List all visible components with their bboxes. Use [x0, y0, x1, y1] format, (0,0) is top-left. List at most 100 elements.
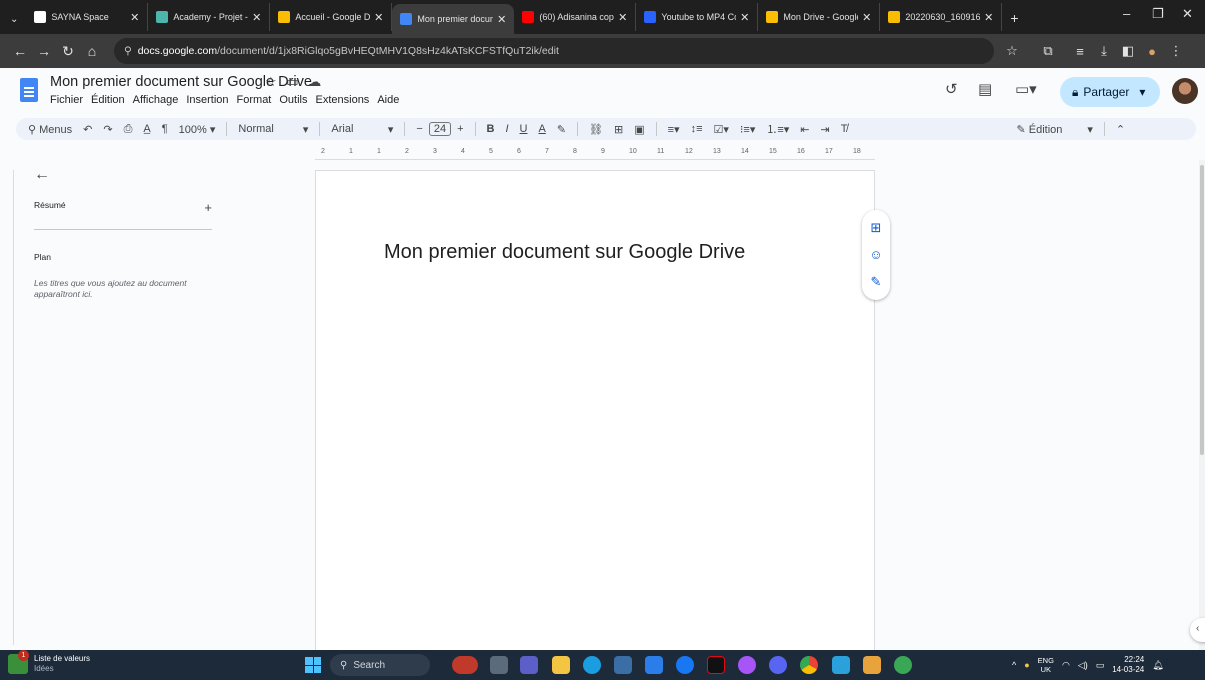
editing-mode-select[interactable]: ✎ Édition	[1016, 123, 1062, 136]
document-page[interactable]: Mon premier document sur Google Drive	[315, 170, 875, 655]
teams-icon[interactable]	[520, 656, 538, 674]
show-hidden-icons-icon[interactable]: ^	[1012, 660, 1016, 670]
file-explorer-icon[interactable]	[552, 656, 570, 674]
facebook-icon[interactable]	[676, 656, 694, 674]
new-tab-button[interactable]: +	[1010, 10, 1018, 26]
telegram-icon[interactable]	[832, 656, 850, 674]
task-view-icon[interactable]	[490, 656, 508, 674]
taskbar-search[interactable]: ⚲ Search	[330, 654, 430, 676]
browser-tab[interactable]: (60) Adisanina copa ✕	[514, 3, 637, 31]
menu-item[interactable]: Fichier	[50, 94, 83, 106]
checklist-icon[interactable]: ☑▾	[714, 123, 729, 136]
docs-logo-icon[interactable]	[20, 78, 38, 102]
close-tab-icon[interactable]: ✕	[252, 11, 261, 24]
site-info-icon[interactable]: ⚲	[124, 45, 132, 57]
menu-item[interactable]: Édition	[91, 94, 125, 106]
reload-icon[interactable]: ↻	[56, 43, 80, 60]
notifications-icon[interactable]: 🔔︎	[1152, 660, 1163, 671]
avatar[interactable]	[1172, 78, 1198, 104]
messages-icon[interactable]	[645, 656, 663, 674]
close-tab-icon[interactable]: ✕	[618, 11, 627, 24]
horizontal-ruler[interactable]: 2 1 1 2 3 4 5 6 7 8 9 10 11 12 13 14 15 16 17 18	[315, 146, 875, 160]
add-comment-icon[interactable]: ⊞	[871, 220, 882, 236]
increase-font-size-icon[interactable]: +	[457, 123, 463, 135]
zoom-select[interactable]: 100% ▾	[179, 123, 216, 136]
hide-menus-icon[interactable]: ⌃	[1116, 123, 1125, 136]
decrease-indent-icon[interactable]: ⇤	[800, 123, 809, 136]
align-icon[interactable]: ≡▾	[668, 123, 680, 136]
comment-add-icon[interactable]: ⊞	[614, 123, 623, 136]
browser-tab[interactable]: SAYNA Space ✕	[26, 3, 149, 31]
add-summary-icon[interactable]: +	[204, 200, 212, 215]
close-tab-icon[interactable]: ✕	[740, 11, 749, 24]
menu-item[interactable]: Aide	[377, 94, 399, 106]
font-select[interactable]: Arial ▾	[331, 123, 393, 136]
print-icon[interactable]: ⎙	[124, 123, 133, 136]
tab-search-icon[interactable]: ⌄	[10, 14, 18, 25]
windows-start-icon[interactable]	[305, 657, 321, 673]
extensions-icon[interactable]: ⧉	[1036, 43, 1060, 59]
browser-tab[interactable]: Mon Drive - Google ✕	[758, 3, 881, 31]
style-select[interactable]: Normal ▾	[238, 123, 308, 136]
download-icon[interactable]: ⤓	[1092, 43, 1116, 59]
netflix-icon[interactable]	[707, 656, 725, 674]
mode-dropdown-icon[interactable]: ▾	[1087, 123, 1093, 136]
numbered-list-icon[interactable]: ⒈≡▾	[766, 121, 789, 137]
increase-indent-icon[interactable]: ⇥	[821, 123, 830, 136]
close-window-icon[interactable]: ✕	[1182, 6, 1193, 22]
spellcheck-icon[interactable]: A̲	[143, 123, 150, 135]
media-icon[interactable]: ≡	[1068, 44, 1092, 59]
document-body-heading[interactable]: Mon premier document sur Google Drive	[384, 241, 745, 264]
menu-item[interactable]: Insertion	[186, 94, 228, 106]
clear-formatting-icon[interactable]: T̸	[841, 123, 848, 135]
minimize-icon[interactable]: –	[1123, 6, 1130, 21]
side-panel-toggle-icon[interactable]: ‹	[1190, 618, 1205, 642]
link-icon[interactable]: ⛓	[589, 123, 603, 136]
paint-icon[interactable]	[863, 656, 881, 674]
menu-item[interactable]: Outils	[279, 94, 307, 106]
bold-icon[interactable]: B	[487, 123, 495, 135]
menu-item[interactable]: Extensions	[316, 94, 370, 106]
menu-item[interactable]: Format	[237, 94, 272, 106]
underline-icon[interactable]: U	[520, 123, 528, 135]
tray-app-icon[interactable]: ●	[1024, 660, 1029, 670]
close-tab-icon[interactable]: ✕	[984, 11, 993, 24]
close-outline-icon[interactable]: ←	[34, 166, 222, 184]
redo-icon[interactable]: ↷	[103, 123, 112, 136]
forward-icon[interactable]: →	[32, 43, 56, 59]
meet-icon[interactable]: ▭▾	[1015, 80, 1037, 98]
move-folder-icon[interactable]: ▭	[286, 74, 298, 89]
wifi-icon[interactable]: ◠	[1062, 660, 1070, 671]
search-menus-button[interactable]: ⚲ Menus	[28, 123, 72, 136]
home-icon[interactable]: ⌂	[80, 43, 104, 59]
pinned-app-icon[interactable]	[452, 656, 478, 674]
close-tab-icon[interactable]: ✕	[130, 11, 139, 24]
close-tab-icon[interactable]: ✕	[374, 11, 383, 24]
close-tab-icon[interactable]: ✕	[497, 13, 506, 26]
browser-menu-icon[interactable]: ⋮	[1164, 43, 1188, 59]
menu-item[interactable]: Affichage	[133, 94, 179, 106]
side-panel-icon[interactable]: ◧	[1116, 43, 1140, 59]
chrome-icon[interactable]	[800, 656, 818, 674]
italic-icon[interactable]: I	[505, 123, 508, 135]
comments-icon[interactable]: ▤	[978, 80, 992, 98]
edge-icon[interactable]	[583, 656, 601, 674]
browser-tab[interactable]: Mon premier docum ✕	[392, 4, 515, 34]
undo-icon[interactable]: ↶	[83, 123, 92, 136]
browser-tab[interactable]: Academy - Projet - [✕	[148, 3, 271, 31]
battery-icon[interactable]: ▭	[1096, 660, 1105, 671]
language-indicator[interactable]: ENG UK	[1038, 656, 1054, 674]
version-history-icon[interactable]: ↺	[945, 80, 958, 98]
volume-icon[interactable]: ◁)	[1078, 660, 1088, 671]
share-dropdown-icon[interactable]: ▾	[1139, 85, 1145, 99]
text-color-icon[interactable]: A	[538, 123, 545, 135]
browser-tab[interactable]: Accueil - Google Dri ✕	[270, 3, 393, 31]
maximize-icon[interactable]: ❐	[1152, 6, 1164, 22]
messenger-icon[interactable]	[738, 656, 756, 674]
browser-tab[interactable]: 20220630_160916.jp✕	[880, 3, 1003, 31]
profile-icon[interactable]: ●	[1140, 44, 1164, 59]
url-field[interactable]: ⚲ docs.google.com /document/d/1jx8RiGlqo…	[114, 38, 994, 64]
close-tab-icon[interactable]: ✕	[862, 11, 871, 24]
maps-icon[interactable]	[894, 656, 912, 674]
back-icon[interactable]: ←	[8, 43, 32, 59]
